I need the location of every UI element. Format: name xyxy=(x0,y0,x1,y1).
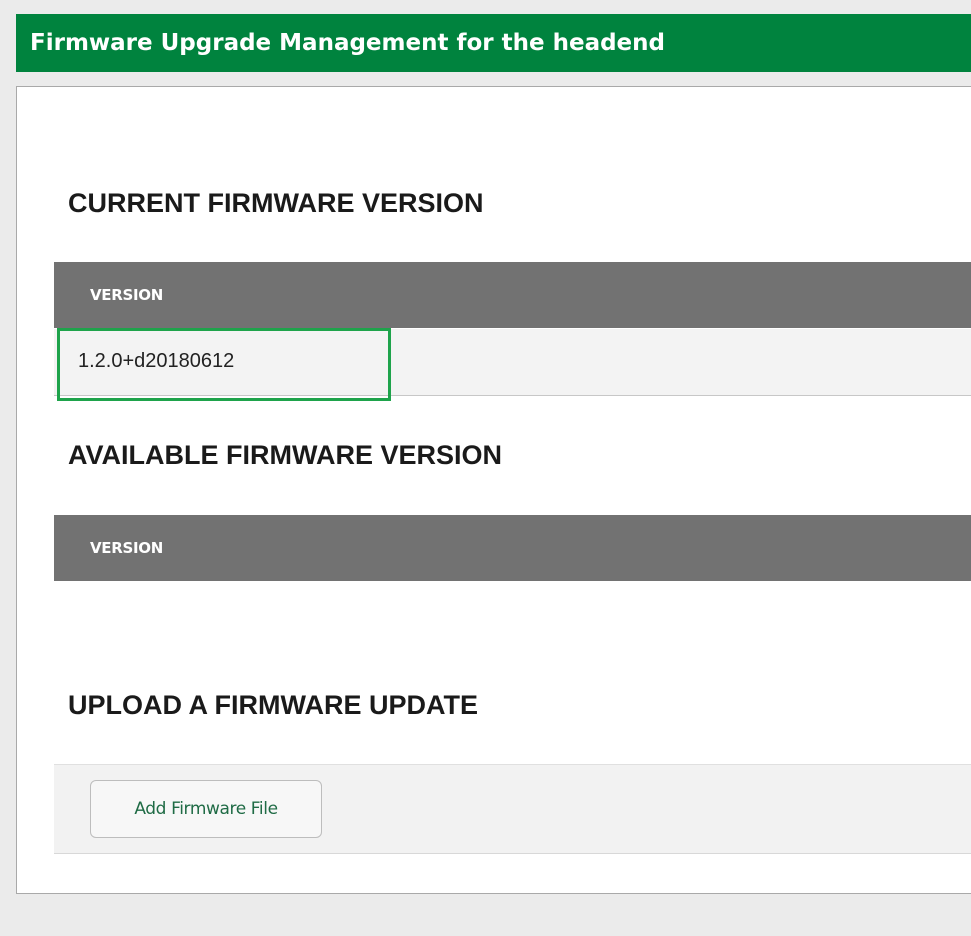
page-title: Firmware Upgrade Management for the head… xyxy=(30,30,665,56)
available-version-column-header: VERSION xyxy=(54,515,971,581)
upload-firmware-heading: UPLOAD A FIRMWARE UPDATE xyxy=(68,690,478,720)
version-highlight-box xyxy=(57,328,391,401)
page-title-bar: Firmware Upgrade Management for the head… xyxy=(16,14,971,72)
available-firmware-heading: AVAILABLE FIRMWARE VERSION xyxy=(68,440,503,470)
current-version-column-header: VERSION xyxy=(54,262,971,328)
current-firmware-heading: CURRENT FIRMWARE VERSION xyxy=(68,188,484,218)
add-firmware-file-button[interactable]: Add Firmware File xyxy=(90,780,322,838)
